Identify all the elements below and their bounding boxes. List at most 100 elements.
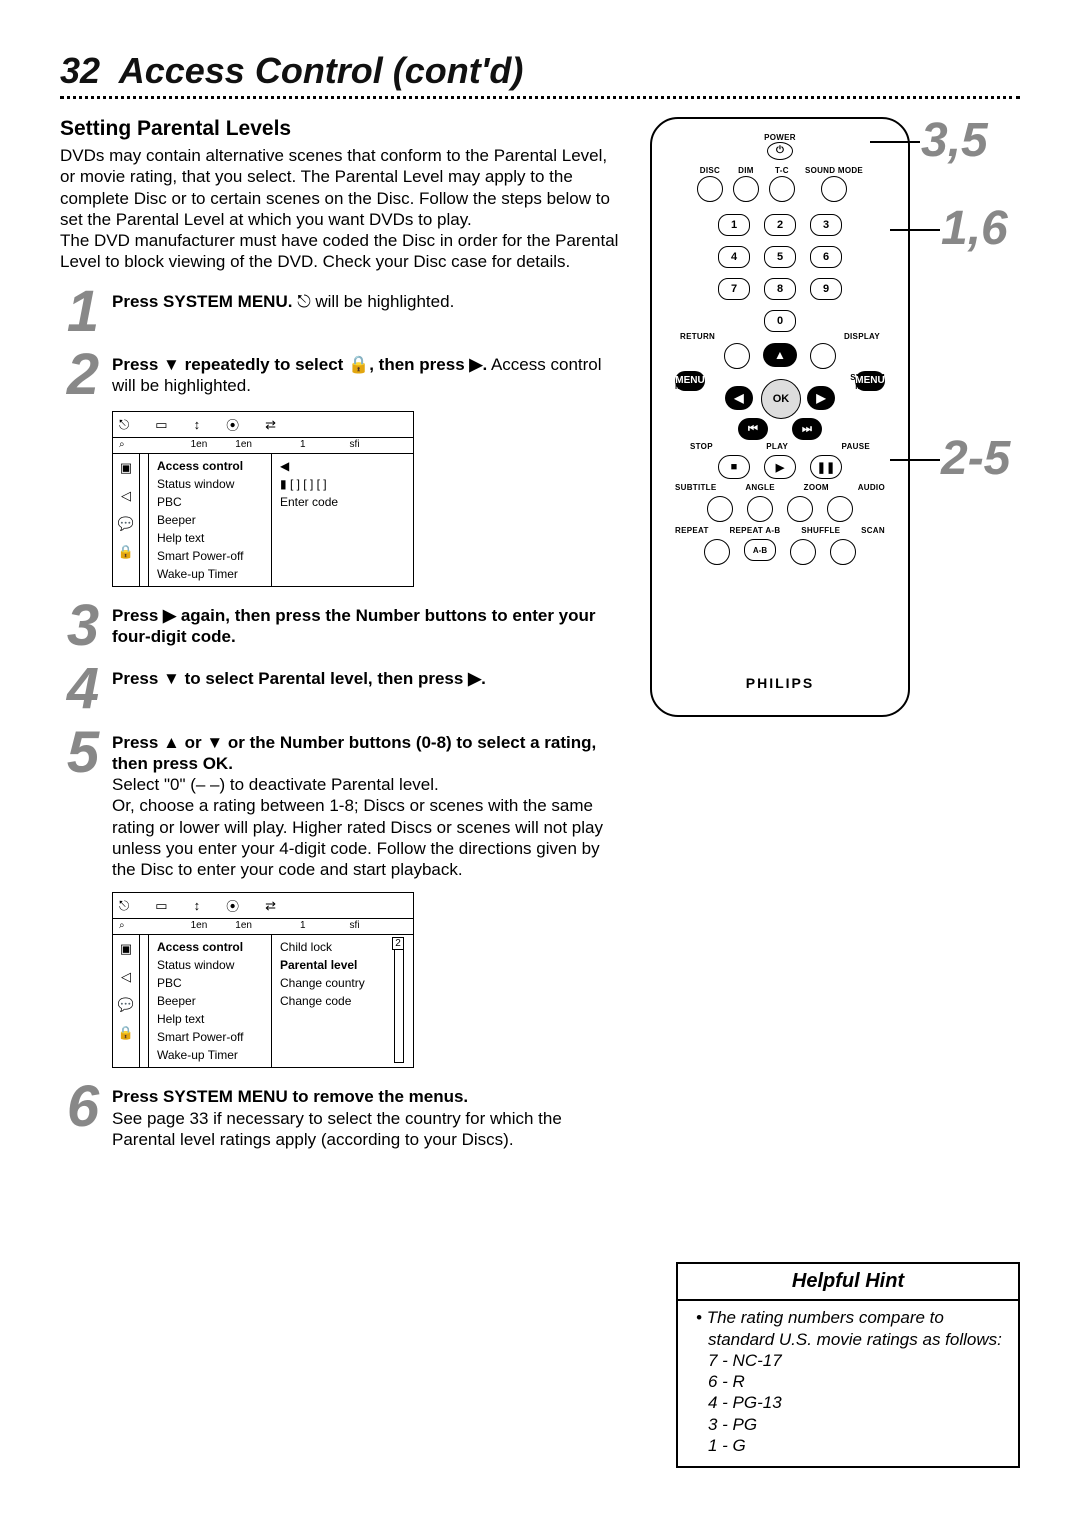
osd-menu-item: Status window [155,957,265,973]
disc-menu-button[interactable]: MENU [675,371,705,391]
osd-menu-item: Wake-up Timer [155,566,265,582]
step-number: 2 [60,350,106,399]
play-button[interactable]: ▶ [764,455,796,479]
nav-left-button[interactable]: ◀ [725,386,753,410]
pause-button[interactable]: ❚❚ [810,455,842,479]
osd-menu-item: Wake-up Timer [155,1047,265,1063]
numpad-3-button[interactable]: 3 [810,214,842,236]
numpad-9-button[interactable]: 9 [810,278,842,300]
step: 6Press SYSTEM MENU to remove the menus.S… [60,1082,620,1150]
intro-text: DVDs may contain alternative scenes that… [60,145,620,273]
audio-label: AUDIO [858,483,885,492]
step: 1Press SYSTEM MENU. ⎋ will be highlighte… [60,287,620,336]
step-number: 3 [60,601,106,650]
osd-header-icon: ⦿ [226,415,239,434]
numpad-5-button[interactable]: 5 [764,246,796,268]
osd-menu-item: PBC [155,975,265,991]
nav-up-button[interactable]: ▲ [763,343,797,367]
repeat-button[interactable] [704,539,730,565]
step: 2Press ▼ repeatedly to select 🔒, then pr… [60,350,620,399]
tc-label: T-C [775,166,789,175]
tc-button[interactable] [769,176,795,202]
disc-label: DISC [700,166,720,175]
callout-2-5: 2-5 [940,431,1011,486]
scan-label: SCAN [861,526,885,535]
osd-right-item: Parental level [278,957,398,973]
osd-menu-item: Access control [155,458,265,474]
osd-sidebar-icon: 💬 [118,997,134,1013]
step-text: Press ▶ again, then press the Number but… [112,601,620,648]
shuffle-button[interactable] [790,539,816,565]
osd-screenshot: ⎋▭↕⦿⇄⌕1en1en1sfi▣◁💬🔒Access controlStatus… [112,892,414,1068]
osd-right-item: ◀ [278,458,398,474]
osd-menu-item: Smart Power-off [155,1029,265,1045]
power-label: POWER [764,133,796,142]
numpad-6-button[interactable]: 6 [810,246,842,268]
numpad-0-button[interactable]: 0 [764,310,796,332]
osd-menu-item: Beeper [155,993,265,1009]
dim-label: DIM [738,166,754,175]
audio-button[interactable] [827,496,853,522]
angle-button[interactable] [747,496,773,522]
osd-menu-item: Access control [155,939,265,955]
osd-header-icon: ↕ [194,898,201,913]
soundmode-button[interactable] [821,176,847,202]
numpad-7-button[interactable]: 7 [718,278,750,300]
osd-right-item: ▮ [ ] [ ] [ ] [278,476,398,492]
helpful-hint-lead: • The rating numbers compare to standard… [708,1307,1006,1350]
repeat-ab-label: REPEAT A-B [729,526,780,535]
dim-button[interactable] [733,176,759,202]
numpad-8-button[interactable]: 8 [764,278,796,300]
display-label: DISPLAY [844,332,880,341]
scan-button[interactable] [830,539,856,565]
callout-3-5: 3,5 [920,113,989,168]
play-label: PLAY [766,442,788,451]
osd-header-icon: ⎋ [119,417,129,433]
page-title: Access Control (cont'd) [119,50,524,91]
osd-menu-item: Help text [155,1011,265,1027]
ok-button[interactable]: OK [761,379,801,419]
osd-right-item: Enter code [278,494,398,510]
repeat-ab-button[interactable]: A-B [744,539,776,561]
osd-header-icon: ▭ [155,417,167,433]
osd-header-icon: ⇄ [265,417,276,433]
disc-button[interactable] [697,176,723,202]
stop-button[interactable]: ■ [718,455,750,479]
osd-sidebar-icon: ◁ [121,969,131,985]
pause-label: PAUSE [842,442,870,451]
osd-menu-item: Status window [155,476,265,492]
power-button[interactable]: ⏻ [767,142,793,160]
osd-sidebar-icon: ◁ [121,488,131,504]
step-number: 6 [60,1082,106,1131]
return-label: RETURN [680,332,715,341]
hint-rating-line: 3 - PG [708,1414,1006,1435]
osd-sidebar-icon: ▣ [120,460,132,476]
numpad-1-button[interactable]: 1 [718,214,750,236]
numpad-2-button[interactable]: 2 [764,214,796,236]
osd-header-icon: ▭ [155,898,167,914]
step-text: Press SYSTEM MENU to remove the menus.Se… [112,1082,620,1150]
osd-menu-item: Help text [155,530,265,546]
system-menu-button[interactable]: MENU [855,371,885,391]
prev-track-button[interactable]: ⏮ [738,418,768,440]
osd-sidebar-icon: 🔒 [118,544,134,560]
title-rule [60,96,1020,99]
numpad-4-button[interactable]: 4 [718,246,750,268]
zoom-label: ZOOM [804,483,829,492]
subtitle-label: SUBTITLE [675,483,717,492]
hint-rating-line: 4 - PG-13 [708,1392,1006,1413]
step-number: 4 [60,664,106,713]
osd-right-item: Child lock [278,939,398,955]
step-text: Press ▲ or ▼ or the Number buttons (0-8)… [112,728,620,881]
osd-sidebar-icon: 💬 [118,516,134,532]
nav-right-button[interactable]: ▶ [807,386,835,410]
next-track-button[interactable]: ⏭ [792,418,822,440]
subtitle-button[interactable] [707,496,733,522]
remote-control-diagram: POWER ⏻ DISC DIM T-C SOUND MODE 12345678… [650,117,910,717]
osd-sidebar-icon: ▣ [120,941,132,957]
osd-screenshot: ⎋▭↕⦿⇄⌕1en1en1sfi▣◁💬🔒Access controlStatus… [112,411,414,587]
repeat-label: REPEAT [675,526,709,535]
osd-header-icon: ⎋ [119,898,129,914]
page-number: 32 [60,50,100,91]
zoom-button[interactable] [787,496,813,522]
